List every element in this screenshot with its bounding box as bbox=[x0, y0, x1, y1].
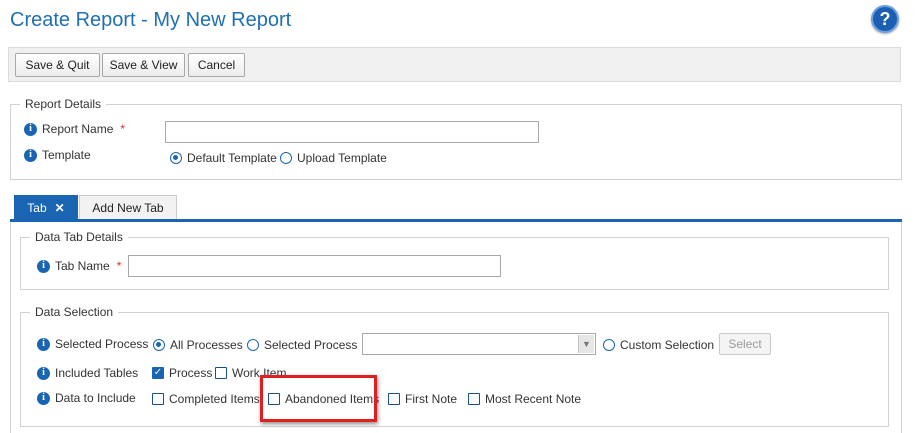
info-icon[interactable]: i bbox=[37, 366, 50, 380]
template-option-label: Default Template bbox=[187, 151, 277, 165]
included-tables-label-text: Included Tables bbox=[55, 366, 139, 380]
process-radio-custom[interactable]: Custom Selection bbox=[603, 338, 714, 352]
report-name-label: i Report Name * bbox=[24, 122, 125, 136]
info-icon[interactable]: i bbox=[37, 391, 50, 405]
help-icon[interactable]: ? bbox=[871, 5, 899, 33]
toolbar: Save & Quit Save & View Cancel bbox=[8, 47, 901, 82]
data-to-include-label-text: Data to Include bbox=[55, 391, 136, 405]
required-marker: * bbox=[120, 122, 126, 136]
data-tab-details-legend: Data Tab Details bbox=[35, 230, 123, 244]
selected-process-label: i Selected Process bbox=[37, 337, 148, 351]
save-view-button[interactable]: Save & View bbox=[102, 53, 185, 77]
include-checkbox-completed[interactable]: Completed Items bbox=[152, 392, 260, 406]
template-radio-upload[interactable]: Upload Template bbox=[280, 151, 387, 165]
close-icon[interactable]: ✕ bbox=[55, 201, 65, 215]
radio-icon[interactable] bbox=[280, 152, 292, 164]
table-option-label: Process bbox=[169, 366, 213, 380]
chevron-down-icon[interactable]: ▼ bbox=[578, 335, 594, 353]
checkbox-checked-icon[interactable]: ✓ bbox=[152, 367, 164, 379]
process-radio-selected[interactable]: Selected Process bbox=[247, 338, 357, 352]
data-selection-section: Data Selection bbox=[20, 305, 889, 427]
radio-icon[interactable] bbox=[247, 339, 259, 351]
info-icon[interactable]: i bbox=[24, 122, 37, 136]
page-title: Create Report - My New Report bbox=[10, 9, 292, 31]
include-checkbox-most-recent-note[interactable]: Most Recent Note bbox=[468, 392, 581, 406]
highlight-box bbox=[260, 375, 377, 422]
report-name-label-text: Report Name bbox=[42, 122, 114, 136]
template-option-label: Upload Template bbox=[297, 151, 387, 165]
include-checkbox-first-note[interactable]: First Note bbox=[388, 392, 457, 406]
process-option-label: Selected Process bbox=[264, 338, 358, 352]
select-button[interactable]: Select bbox=[719, 333, 771, 355]
process-radio-all[interactable]: All Processes bbox=[153, 338, 243, 352]
selected-process-label-text: Selected Process bbox=[55, 337, 149, 351]
process-option-label: All Processes bbox=[170, 338, 243, 352]
tab-name-input[interactable] bbox=[128, 255, 501, 277]
checkbox-icon[interactable] bbox=[388, 393, 400, 405]
template-label-text: Template bbox=[42, 148, 91, 162]
data-selection-legend: Data Selection bbox=[35, 305, 114, 319]
radio-selected-icon[interactable] bbox=[153, 339, 165, 351]
process-dropdown[interactable]: ▼ bbox=[362, 333, 596, 355]
template-label: i Template bbox=[24, 148, 91, 162]
template-radio-default[interactable]: Default Template bbox=[170, 151, 277, 165]
info-icon[interactable]: i bbox=[37, 337, 50, 351]
tab-name-label: i Tab Name * bbox=[37, 259, 121, 273]
radio-icon[interactable] bbox=[603, 339, 615, 351]
process-option-label: Custom Selection bbox=[620, 338, 715, 352]
checkbox-icon[interactable] bbox=[468, 393, 480, 405]
report-details-legend: Report Details bbox=[25, 97, 102, 111]
table-checkbox-process[interactable]: ✓ Process bbox=[152, 366, 212, 380]
info-icon[interactable]: i bbox=[24, 148, 37, 162]
checkbox-icon[interactable] bbox=[152, 393, 164, 405]
tab-active[interactable]: Tab ✕ bbox=[14, 195, 78, 220]
included-tables-label: i Included Tables bbox=[37, 366, 138, 380]
required-marker: * bbox=[116, 259, 122, 273]
include-option-label: Most Recent Note bbox=[485, 392, 582, 406]
cancel-button[interactable]: Cancel bbox=[188, 53, 245, 77]
data-to-include-label: i Data to Include bbox=[37, 391, 136, 405]
save-quit-button[interactable]: Save & Quit bbox=[15, 53, 100, 77]
include-option-label: Completed Items bbox=[169, 392, 260, 406]
tab-label: Tab bbox=[27, 200, 47, 215]
include-option-label: First Note bbox=[405, 392, 458, 406]
add-new-tab-button[interactable]: Add New Tab bbox=[79, 195, 177, 220]
info-icon[interactable]: i bbox=[37, 259, 50, 273]
report-name-input[interactable] bbox=[165, 121, 539, 143]
radio-selected-icon[interactable] bbox=[170, 152, 182, 164]
tab-name-label-text: Tab Name bbox=[55, 259, 110, 273]
checkbox-icon[interactable] bbox=[215, 367, 227, 379]
